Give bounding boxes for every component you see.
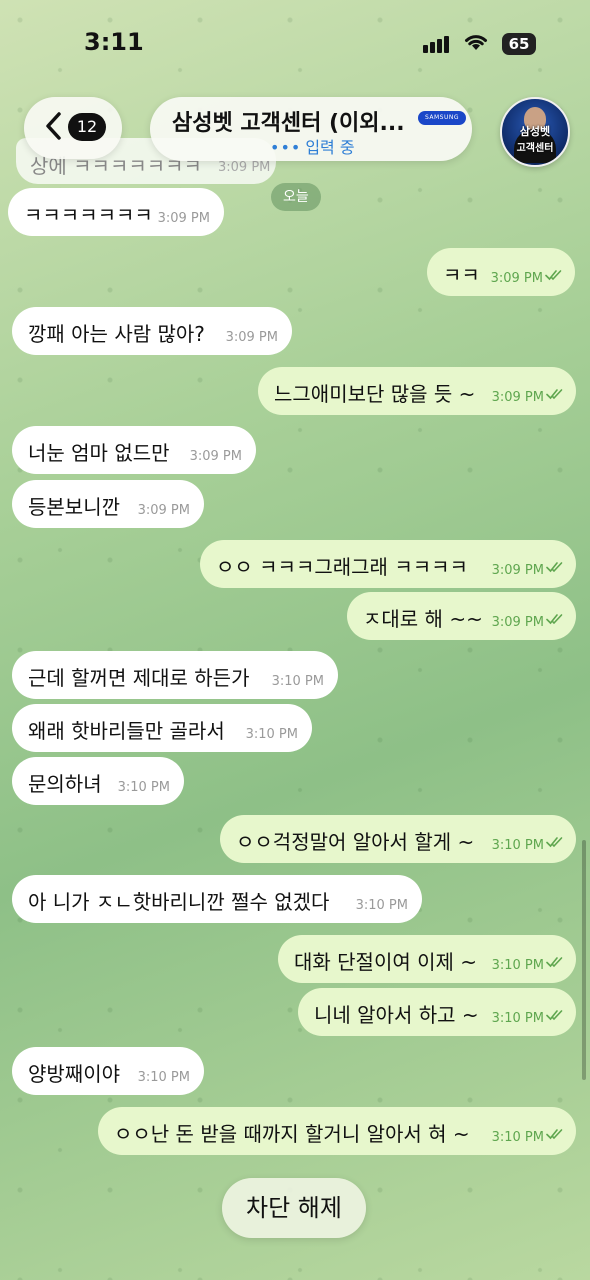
status-time: 3:11 — [84, 28, 144, 56]
message-bubble-incoming[interactable]: 아 니가 ㅈㄴ핫바리니깐 쩔수 없겠다 3:10 PM — [12, 875, 422, 923]
chevron-left-icon — [44, 111, 62, 145]
message-bubble-incoming[interactable]: 깡패 아는 사람 많아? 3:09 PM — [12, 307, 292, 355]
message-bubble-incoming[interactable]: 왜래 핫바리들만 골라서 3:10 PM — [12, 704, 312, 752]
status-bar: 3:11 65 — [0, 0, 590, 88]
read-checkmarks-icon — [546, 953, 564, 972]
read-checkmarks-icon — [546, 385, 564, 404]
message-bubble-outgoing[interactable]: 대화 단절이여 이제 ~ 3:10 PM — [278, 935, 576, 983]
message-bubble-outgoing[interactable]: ㅋㅋ 3:09 PM — [427, 248, 575, 296]
message-time: 3:10 PM — [245, 727, 298, 742]
avatar-label-line1: 삼성벳 — [519, 125, 551, 138]
read-checkmarks-icon — [545, 266, 563, 285]
cellular-signal-icon — [423, 34, 451, 53]
message-time: 3:10 PM — [271, 674, 324, 689]
message-bubble-outgoing[interactable]: ㅇㅇ ㅋㅋㅋ그래그래 ㅋㅋㅋㅋ 3:09 PM — [200, 540, 576, 588]
message-text: 너눈 엄마 없드만 — [28, 441, 170, 465]
read-checkmarks-icon — [546, 1006, 564, 1025]
message-time: 3:09 PM — [491, 615, 544, 630]
message-bubble-incoming[interactable]: 근데 할꺼면 제대로 하든가 3:10 PM — [12, 651, 338, 699]
message-time: 3:10 PM — [117, 780, 170, 795]
message-text: ㅋㅋ — [443, 263, 480, 287]
message-text: 깡패 아는 사람 많아? — [28, 322, 205, 346]
message-time: 3:10 PM — [491, 1011, 544, 1026]
contact-avatar[interactable]: 삼성벳 고객센터 — [500, 97, 570, 167]
message-time: 3:09 PM — [157, 211, 210, 226]
message-bubble-incoming[interactable]: ㅋㅋㅋㅋㅋㅋㅋ 3:09 PM — [8, 188, 224, 236]
message-time: 3:10 PM — [491, 1130, 544, 1145]
message-time: 3:09 PM — [189, 449, 242, 464]
message-bubble-incoming[interactable]: 문의하녀 3:10 PM — [12, 757, 184, 805]
message-text: 양방째이야 — [28, 1062, 120, 1086]
message-bubble-outgoing[interactable]: 니네 알아서 하고 ~ 3:10 PM — [298, 988, 576, 1036]
unblock-button[interactable]: 차단 해제 — [222, 1178, 366, 1238]
message-text: ㅇㅇ걱정말어 알아서 할게 ~ — [236, 830, 475, 854]
message-text: 문의하녀 — [28, 772, 102, 796]
avatar-label-line2: 고객센터 — [516, 143, 554, 154]
message-bubble-incoming[interactable]: 등본보니깐 3:09 PM — [12, 480, 204, 528]
message-text: 근데 할꺼면 제대로 하든가 — [28, 666, 250, 690]
read-checkmarks-icon — [546, 833, 564, 852]
message-text: 아 니가 ㅈㄴ핫바리니깐 쩔수 없겠다 — [28, 890, 330, 914]
message-time: 3:10 PM — [491, 958, 544, 973]
message-time: 3:09 PM — [491, 390, 544, 405]
wifi-icon — [463, 32, 489, 56]
message-time: 3:10 PM — [355, 898, 408, 913]
message-time: 3:09 PM — [490, 271, 543, 286]
message-time: 3:10 PM — [137, 1070, 190, 1085]
chat-title-pill[interactable]: 삼성벳 고객센터 (이외... SAMSUNG ••• 입력 중 — [150, 97, 472, 161]
message-bubble-outgoing[interactable]: ㅇㅇ난 돈 받을 때까지 할거니 알아서 혀 ~ 3:10 PM — [98, 1107, 576, 1155]
read-checkmarks-icon — [546, 1125, 564, 1144]
message-bubble-outgoing[interactable]: ㅇㅇ걱정말어 알아서 할게 ~ 3:10 PM — [220, 815, 576, 863]
message-text: 왜래 핫바리들만 골라서 — [28, 719, 225, 743]
message-text: 느그애미보단 많을 듯 ~ — [274, 382, 476, 406]
typing-text: 입력 중 — [305, 138, 355, 157]
message-text: 대화 단절이여 이제 ~ — [294, 950, 478, 974]
read-checkmarks-icon — [546, 558, 564, 577]
message-bubble-outgoing[interactable]: ㅈ대로 해 ~~ 3:09 PM — [347, 592, 576, 640]
message-time: 3:09 PM — [225, 330, 278, 345]
message-text: 등본보니깐 — [28, 495, 120, 519]
message-text: ㅋㅋㅋㅋㅋㅋㅋ — [24, 203, 153, 227]
message-text: ㅇㅇ난 돈 받을 때까지 할거니 알아서 혀 ~ — [114, 1122, 470, 1146]
battery-icon: 65 — [502, 33, 536, 55]
message-text: ㅈ대로 해 ~~ — [363, 607, 483, 631]
message-bubble-outgoing[interactable]: 느그애미보단 많을 듯 ~ 3:09 PM — [258, 367, 576, 415]
message-text: 니네 알아서 하고 ~ — [314, 1003, 479, 1027]
message-time: 3:09 PM — [491, 563, 544, 578]
chat-title: 삼성벳 고객센터 (이외... — [172, 111, 405, 136]
message-time: 3:10 PM — [491, 838, 544, 853]
unread-count-badge: 12 — [68, 113, 106, 141]
back-button[interactable]: 12 — [24, 97, 122, 159]
message-bubble-incoming[interactable]: 양방째이야 3:10 PM — [12, 1047, 204, 1095]
scrollbar[interactable] — [582, 840, 586, 1080]
message-time: 3:09 PM — [137, 503, 190, 518]
read-checkmarks-icon — [546, 610, 564, 629]
date-separator: 오늘 — [271, 183, 321, 211]
typing-dots-icon: ••• — [270, 138, 302, 157]
message-text: ㅇㅇ ㅋㅋㅋ그래그래 ㅋㅋㅋㅋ — [216, 555, 468, 579]
typing-indicator: ••• 입력 중 — [270, 134, 355, 158]
message-bubble-incoming[interactable]: 너눈 엄마 없드만 3:09 PM — [12, 426, 256, 474]
message-time: 3:09 PM — [218, 160, 271, 175]
samsung-logo-icon: SAMSUNG — [418, 111, 466, 125]
